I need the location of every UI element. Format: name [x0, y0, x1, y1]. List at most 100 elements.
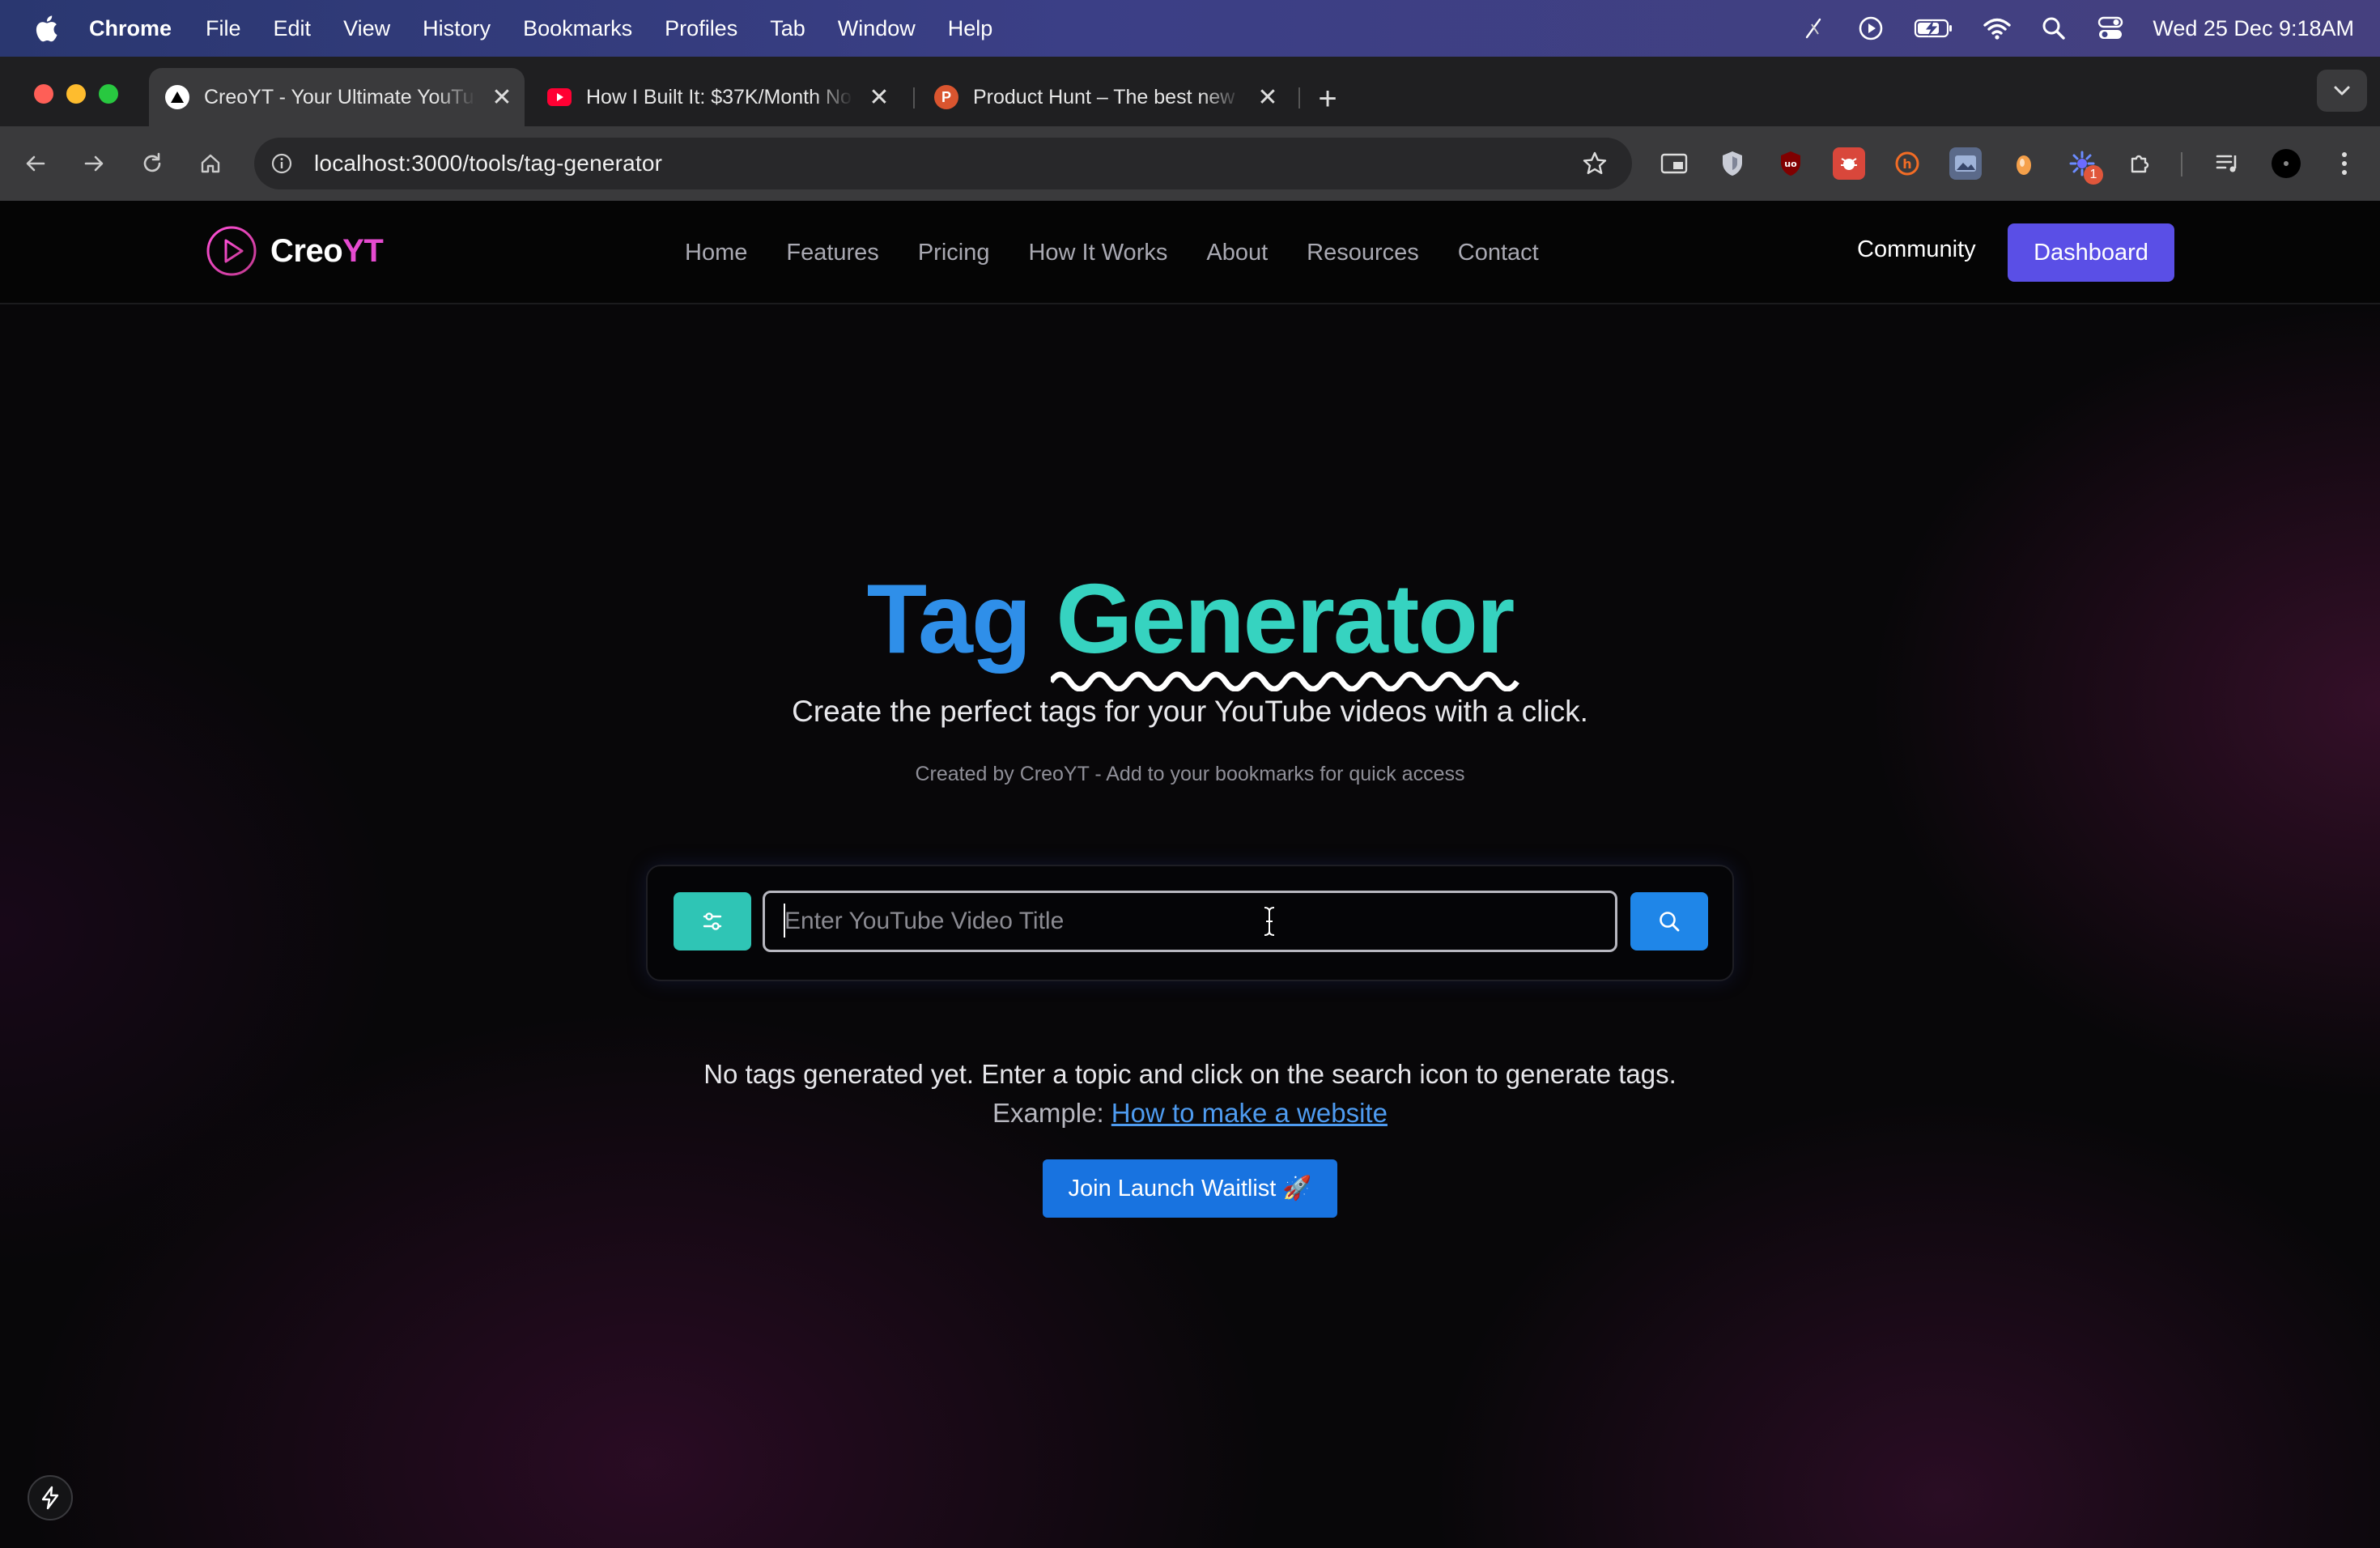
nav-link-about[interactable]: About	[1206, 240, 1268, 266]
back-arrow-icon[interactable]	[16, 144, 55, 183]
tab-title: CreoYT - Your Ultimate YouTube	[204, 85, 476, 108]
puzzle-extensions-icon[interactable]	[2124, 147, 2157, 180]
example-link[interactable]: How to make a website	[1111, 1098, 1388, 1128]
brand-name: CreoYT	[270, 232, 384, 270]
spotlight-search-icon[interactable]	[2039, 14, 2068, 43]
window-close-button[interactable]	[34, 84, 53, 104]
nav-link-resources[interactable]: Resources	[1307, 240, 1419, 266]
menu-help[interactable]: Help	[948, 16, 993, 41]
menu-history[interactable]: History	[423, 16, 491, 41]
menu-app-chrome[interactable]: Chrome	[89, 16, 172, 41]
video-title-input[interactable]	[763, 891, 1617, 952]
web-page: CreoYT Home Features Pricing How It Work…	[0, 201, 2380, 1548]
honey-extension-icon[interactable]: h	[1891, 147, 1923, 180]
pen-slash-icon[interactable]	[1800, 14, 1829, 43]
window-zoom-button[interactable]	[99, 84, 118, 104]
svg-text:uo: uo	[1784, 159, 1797, 169]
profile-avatar-icon[interactable]	[2270, 147, 2302, 180]
address-bar[interactable]: localhost:3000/tools/tag-generator	[254, 138, 1632, 189]
browser-toolbar: localhost:3000/tools/tag-generator uo h …	[0, 126, 2380, 201]
text-caret	[784, 904, 785, 938]
example-line: Example: How to make a website	[0, 1098, 2380, 1129]
nav-link-features[interactable]: Features	[786, 240, 878, 266]
macos-menubar: Chrome File Edit View History Bookmarks …	[0, 0, 2380, 57]
new-tab-button[interactable]: +	[1310, 81, 1345, 117]
menu-profiles[interactable]: Profiles	[665, 16, 737, 41]
url-text[interactable]: localhost:3000/tools/tag-generator	[314, 151, 662, 176]
lightning-bolt-icon	[41, 1486, 59, 1510]
extension-badge: 1	[2084, 165, 2103, 185]
text-cursor-icon	[1264, 906, 1275, 937]
menu-file[interactable]: File	[206, 16, 241, 41]
brand-logo-link[interactable]: CreoYT	[206, 225, 384, 277]
nav-link-pricing[interactable]: Pricing	[918, 240, 990, 266]
producthunt-favicon-icon: P	[934, 85, 958, 109]
brand-name-part2: YT	[342, 232, 384, 269]
empty-state-message: No tags generated yet. Enter a topic and…	[703, 1059, 1677, 1089]
nav-link-home[interactable]: Home	[685, 240, 747, 266]
reload-icon[interactable]	[133, 144, 172, 183]
youtube-favicon-icon	[547, 85, 572, 109]
tab-separator	[1298, 87, 1300, 108]
spellcheck-squiggle-icon	[1051, 671, 1520, 692]
nav-link-contact[interactable]: Contact	[1458, 240, 1539, 266]
wifi-icon[interactable]	[1983, 14, 2012, 43]
shield-extension-icon[interactable]	[1716, 147, 1749, 180]
generate-tags-search-button[interactable]	[1630, 892, 1708, 950]
browser-tab-producthunt[interactable]: P Product Hunt – The best new ✕	[918, 68, 1290, 126]
toolbar-divider	[2181, 152, 2182, 176]
play-circle-icon[interactable]	[1856, 14, 1885, 43]
dev-tools-bolt-button[interactable]	[28, 1475, 73, 1520]
sparkle-extension-icon[interactable]: 1	[2066, 147, 2103, 185]
droplet-extension-icon[interactable]	[2008, 147, 2040, 180]
tag-search-card	[646, 865, 1734, 981]
sliders-icon	[703, 912, 722, 930]
apple-menu-icon[interactable]	[32, 12, 60, 45]
search-icon	[1660, 912, 1680, 932]
ublock-origin-icon[interactable]: uo	[1774, 147, 1807, 180]
close-tab-icon[interactable]: ✕	[863, 81, 895, 113]
page-title-part2-wrap: Generator	[1051, 567, 1520, 692]
window-minimize-button[interactable]	[66, 84, 86, 104]
dashboard-button[interactable]: Dashboard	[2008, 223, 2174, 282]
tab-search-chevron-icon[interactable]	[2317, 70, 2367, 112]
picture-in-picture-icon[interactable]	[1658, 147, 1690, 180]
chrome-menu-icon[interactable]	[2328, 147, 2361, 180]
filter-settings-button[interactable]	[674, 892, 751, 950]
menubar-clock[interactable]: Wed 25 Dec 9:18AM	[2153, 16, 2354, 41]
menu-bookmarks[interactable]: Bookmarks	[523, 16, 632, 41]
tab-title: How I Built It: $37K/Month No	[586, 85, 852, 108]
control-center-icon[interactable]	[2096, 14, 2125, 43]
page-title-part1: Tag	[866, 563, 1032, 674]
media-controls-icon[interactable]	[2212, 147, 2244, 180]
page-title-part2: Generator	[1056, 563, 1515, 674]
nav-link-how-it-works[interactable]: How It Works	[1028, 240, 1167, 266]
site-info-icon[interactable]	[266, 147, 298, 180]
bookmark-star-icon[interactable]	[1579, 147, 1611, 180]
triangle-favicon-icon	[165, 85, 189, 109]
tab-separator	[913, 87, 915, 108]
forward-arrow-icon[interactable]	[74, 144, 113, 183]
close-tab-icon[interactable]: ✕	[486, 81, 518, 113]
community-link[interactable]: Community	[1857, 236, 1976, 263]
page-subtitle: Create the perfect tags for your YouTube…	[792, 695, 1588, 728]
bug-extension-icon[interactable]	[1833, 147, 1865, 180]
menu-tab[interactable]: Tab	[770, 16, 805, 41]
image-extension-icon[interactable]	[1949, 147, 1982, 180]
close-tab-icon[interactable]: ✕	[1252, 81, 1284, 113]
home-icon[interactable]	[191, 144, 230, 183]
browser-tabstrip: CreoYT - Your Ultimate YouTube ✕ How I B…	[0, 57, 2380, 126]
menu-view[interactable]: View	[343, 16, 390, 41]
site-header: CreoYT Home Features Pricing How It Work…	[0, 201, 2380, 304]
brand-name-part1: Creo	[270, 232, 343, 269]
browser-tab-video[interactable]: How I Built It: $37K/Month No ✕	[531, 68, 902, 126]
bookmark-note: Created by CreoYT - Add to your bookmark…	[915, 763, 1465, 785]
browser-tab-creoyt[interactable]: CreoYT - Your Ultimate YouTube ✕	[149, 68, 525, 126]
menu-edit[interactable]: Edit	[274, 16, 312, 41]
battery-charging-icon[interactable]	[1913, 14, 1955, 43]
svg-text:h: h	[1902, 156, 1911, 172]
menu-window[interactable]: Window	[838, 16, 916, 41]
page-title: Tag Generator	[0, 567, 2380, 692]
join-waitlist-button[interactable]: Join Launch Waitlist 🚀	[1043, 1159, 1337, 1218]
tab-title: Product Hunt – The best new	[973, 85, 1235, 108]
